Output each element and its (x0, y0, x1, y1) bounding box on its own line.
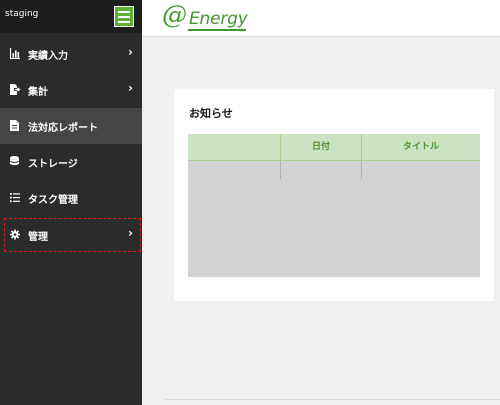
chevron-right-icon: › (128, 45, 133, 59)
sidebar-item-results-input[interactable]: 実績入力 › (0, 36, 142, 72)
sidebar-item-label: 実績入力 (28, 51, 68, 62)
sidebar-item-aggregation[interactable]: 集計 › (0, 72, 142, 108)
notice-card: お知らせ 日付 タイトル (174, 89, 494, 301)
chevron-right-icon: › (128, 81, 133, 95)
environment-label: staging (5, 9, 39, 19)
column-divider (280, 161, 281, 179)
database-icon (10, 156, 19, 166)
notice-table: 日付 タイトル (188, 134, 480, 277)
bar-chart-icon (10, 48, 20, 59)
sidebar-item-storage[interactable]: ストレージ (0, 144, 142, 180)
document-icon (10, 120, 19, 131)
sidebar-item-label: 管理 (28, 232, 48, 243)
footer-divider (165, 399, 500, 400)
sidebar-item-label: 法対応レポート (28, 123, 98, 134)
notice-title: お知らせ (189, 107, 233, 120)
sidebar-top-bar: staging (0, 0, 142, 33)
sidebar-item-compliance-report[interactable]: 法対応レポート (0, 108, 142, 144)
logo-wordmark: Energy (189, 9, 248, 29)
sidebar-item-label: 集計 (28, 87, 48, 98)
sidebar-item-task-management[interactable]: タスク管理 (0, 180, 142, 216)
notice-table-header: 日付 タイトル (188, 134, 480, 161)
sidebar-item-admin[interactable]: 管理 › (3, 217, 142, 253)
hamburger-line (118, 21, 130, 23)
file-export-icon (10, 84, 21, 95)
top-header: @ Energy (142, 0, 500, 37)
logo-at-mark: @ (162, 0, 187, 29)
hamburger-line (118, 16, 130, 18)
gear-icon (10, 229, 20, 240)
column-divider (361, 161, 362, 179)
hamburger-menu-button[interactable] (114, 6, 134, 27)
logo-underline (188, 29, 246, 31)
chevron-right-icon: › (128, 226, 133, 240)
hamburger-line (118, 11, 130, 13)
column-header-date[interactable]: 日付 (280, 134, 361, 161)
sidebar-item-label: ストレージ (28, 159, 78, 170)
column-header-title[interactable]: タイトル (361, 134, 480, 161)
sidebar-item-label: タスク管理 (28, 195, 78, 206)
task-list-icon (10, 193, 20, 203)
column-header-blank (188, 134, 280, 161)
sidebar: staging 実績入力 › 集計 › 法対応レポート ストレージ タスク管理 … (0, 0, 142, 405)
